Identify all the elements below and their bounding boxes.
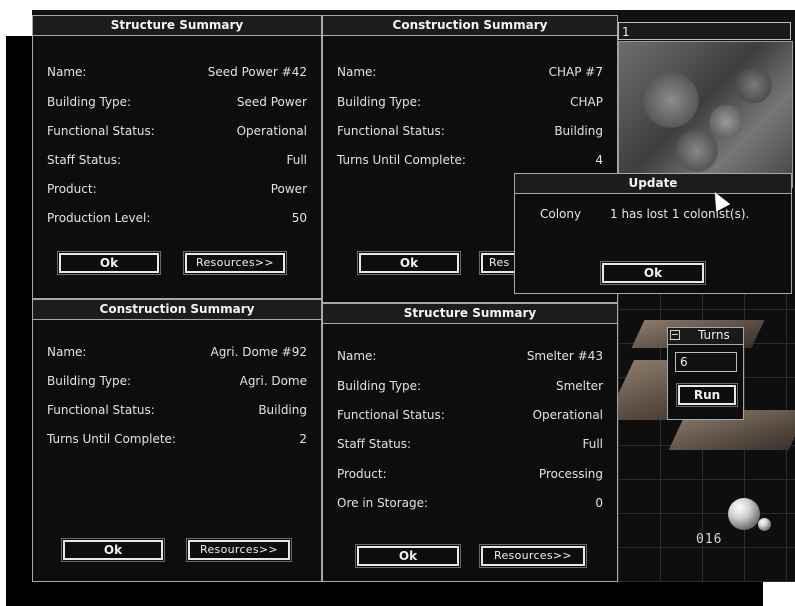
window-title: Construction Summary	[323, 16, 617, 36]
run-button[interactable]: Run	[676, 383, 738, 407]
row-value: Processing	[538, 467, 603, 481]
row-label: Staff Status:	[337, 437, 412, 451]
resources-button[interactable]: Resources>>	[183, 251, 287, 275]
row-label: Functional Status:	[47, 124, 155, 138]
resources-button[interactable]: Resources>>	[186, 538, 292, 562]
info-row: Functional Status: Building	[337, 123, 603, 139]
dialog-title: Update	[515, 174, 791, 194]
turns-title-bar: Turns	[668, 328, 743, 345]
row-label: Name:	[47, 345, 87, 359]
turns-widget: Turns 6 Run	[667, 327, 744, 420]
row-value: Smelter	[555, 379, 603, 393]
structure-summary-window: Structure Summary Name: Seed Power #42 Bu…	[32, 15, 322, 299]
row-value: Full	[582, 437, 603, 451]
row-label: Functional Status:	[337, 124, 445, 138]
info-row: Building Type: Agri. Dome	[47, 373, 307, 389]
turns-input[interactable]: 6	[675, 352, 737, 372]
info-row: Product: Power	[47, 181, 307, 197]
terrain-minimap[interactable]	[618, 41, 793, 188]
row-value: Smelter #43	[526, 349, 603, 363]
info-row: Functional Status: Building	[47, 402, 307, 418]
row-label: Production Level:	[47, 211, 151, 225]
row-label: Functional Status:	[337, 408, 445, 422]
ok-button[interactable]: Ok	[357, 251, 461, 275]
row-label: Name:	[337, 349, 377, 363]
window-title: Structure Summary	[33, 16, 321, 36]
row-label: Name:	[47, 65, 87, 79]
row-label: Building Type:	[337, 379, 422, 393]
row-value: Power	[270, 182, 307, 196]
map-window-title: 1	[618, 22, 791, 40]
row-value: Agri. Dome	[239, 374, 307, 388]
structure-summary-window: Structure Summary Name: Smelter #43 Build…	[322, 303, 618, 582]
row-label: Functional Status:	[47, 403, 155, 417]
row-value: CHAP	[570, 95, 603, 109]
row-label: Turns Until Complete:	[47, 432, 176, 446]
row-value: 2	[299, 432, 307, 446]
planet-sphere	[728, 498, 760, 530]
row-value: 0	[595, 496, 603, 510]
row-value: Full	[286, 153, 307, 167]
turns-title: Turns	[698, 328, 730, 342]
row-label: Product:	[47, 182, 97, 196]
row-value: CHAP #7	[548, 65, 603, 79]
row-value: 4	[595, 153, 603, 167]
row-label: Product:	[337, 467, 387, 481]
row-value: Operational	[236, 124, 307, 138]
construction-summary-window: Construction Summary Name: Agri. Dome #92…	[32, 299, 322, 582]
info-row: Staff Status: Full	[337, 436, 603, 452]
row-value: Seed Power #42	[207, 65, 307, 79]
moon-sphere	[758, 518, 771, 531]
window-title: Structure Summary	[323, 304, 617, 324]
row-value: Building	[554, 124, 603, 138]
info-row: Production Level: 50	[47, 210, 307, 226]
turn-counter: 016	[696, 532, 723, 547]
info-row: Ore in Storage: 0	[337, 495, 603, 511]
info-row: Building Type: CHAP	[337, 94, 603, 110]
row-label: Staff Status:	[47, 153, 122, 167]
row-label: Turns Until Complete:	[337, 153, 466, 167]
info-row: Name: Agri. Dome #92	[47, 344, 307, 360]
row-label: Building Type:	[47, 95, 132, 109]
ok-button[interactable]: Ok	[61, 538, 165, 562]
row-label: Building Type:	[47, 374, 132, 388]
resources-button[interactable]: Resources>>	[479, 544, 587, 568]
info-row: Functional Status: Operational	[337, 407, 603, 423]
ok-button[interactable]: Ok	[600, 261, 706, 285]
info-row: Staff Status: Full	[47, 152, 307, 168]
menu-box-icon[interactable]	[670, 330, 680, 340]
row-value: 50	[291, 211, 307, 225]
info-row: Functional Status: Operational	[47, 123, 307, 139]
info-row: Name: CHAP #7	[337, 64, 603, 80]
ok-button[interactable]: Ok	[355, 544, 461, 568]
row-value: Operational	[532, 408, 603, 422]
info-row: Turns Until Complete: 2	[47, 431, 307, 447]
row-value: Agri. Dome #92	[210, 345, 307, 359]
info-row: Building Type: Seed Power	[47, 94, 307, 110]
row-label: Ore in Storage:	[337, 496, 429, 510]
row-label: Building Type:	[337, 95, 422, 109]
row-label: Name:	[337, 65, 377, 79]
info-row: Building Type: Smelter	[337, 378, 603, 394]
update-dialog: Update Colony 1 has lost 1 colonist(s). …	[514, 173, 792, 294]
info-row: Name: Smelter #43	[337, 348, 603, 364]
row-value: Building	[258, 403, 307, 417]
game-screen: 1 016 Structure Summary Name: Seed Power …	[32, 10, 795, 582]
info-row: Name: Seed Power #42	[47, 64, 307, 80]
update-text: 1 has lost 1 colonist(s).	[610, 207, 750, 221]
info-row: Turns Until Complete: 4	[337, 152, 603, 168]
ok-button[interactable]: Ok	[57, 251, 161, 275]
screen-shadow-bottom	[6, 578, 763, 606]
window-title: Construction Summary	[33, 300, 321, 320]
info-row: Product: Processing	[337, 466, 603, 482]
row-value: Seed Power	[236, 95, 307, 109]
colony-label: Colony	[540, 207, 582, 221]
